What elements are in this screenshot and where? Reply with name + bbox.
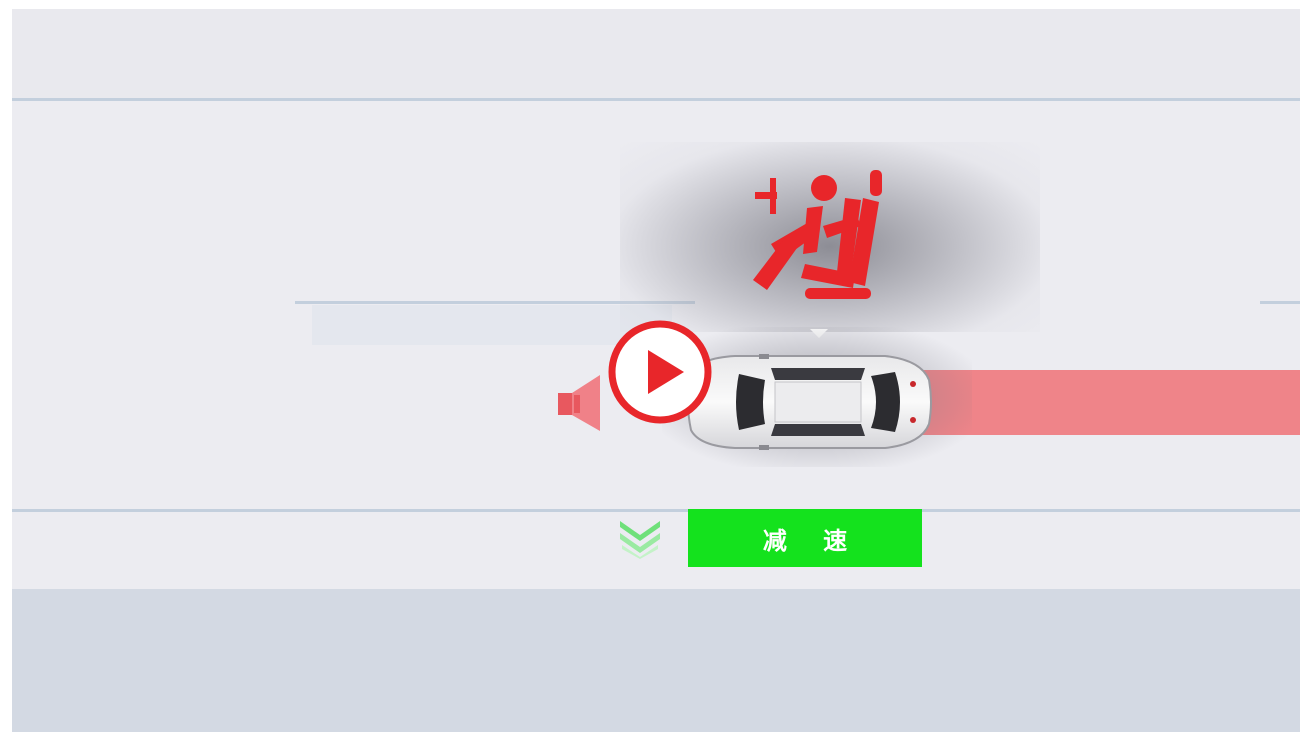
double-chevron-down-icon: [620, 521, 660, 559]
lane-line-bottom: [12, 509, 1300, 512]
driving-scene: 减 速: [12, 9, 1300, 732]
road-shoulder: [12, 589, 1300, 732]
video-frame: 减 速: [0, 0, 1300, 732]
play-button[interactable]: [608, 320, 712, 424]
sky-band: [12, 9, 1300, 99]
lane-line-top: [12, 98, 1300, 101]
decelerate-badge: 减 速: [688, 509, 922, 567]
seatbelt-warning-icon: [753, 170, 882, 299]
speaker-icon: [558, 375, 600, 431]
lane-line-middle-right: [1260, 301, 1300, 304]
car-top-view: [687, 354, 932, 450]
